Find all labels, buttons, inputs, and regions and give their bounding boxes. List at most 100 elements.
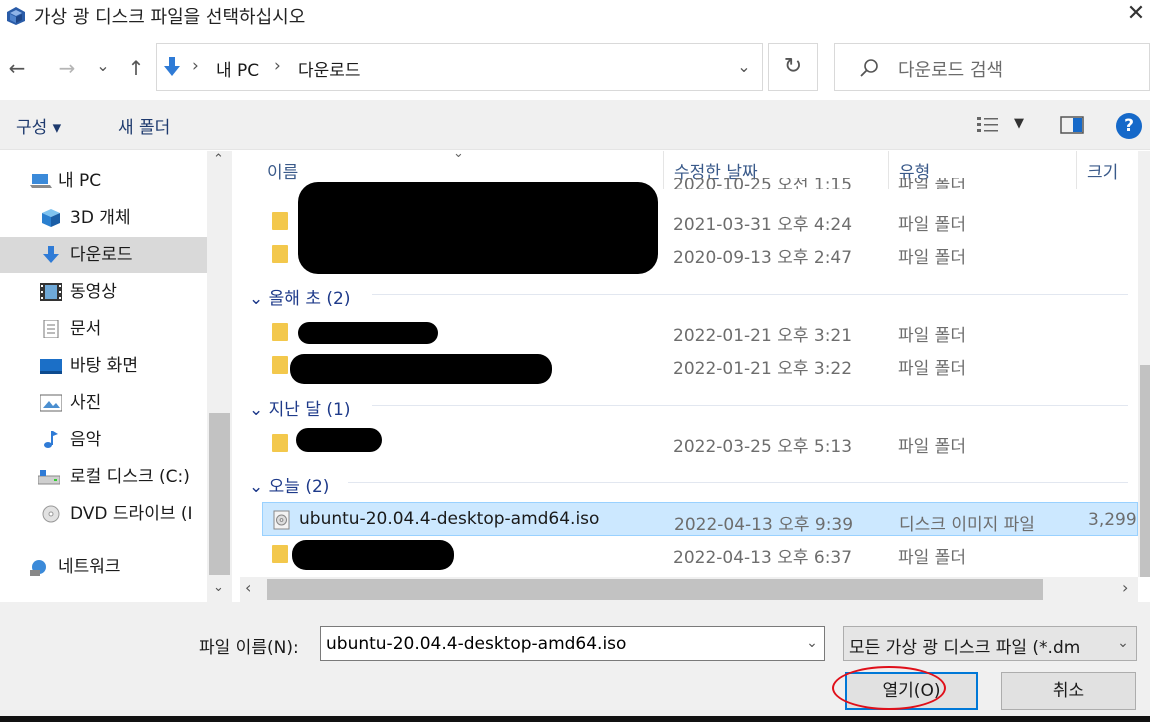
sidebar-item-label: 음악 xyxy=(70,430,102,450)
download-icon xyxy=(164,57,180,76)
download-icon xyxy=(43,246,59,263)
type-cell: 파일 폴더 xyxy=(898,548,966,568)
filename-label: 파일 이름(N): xyxy=(199,638,299,658)
scroll-right-icon[interactable]: › xyxy=(1122,578,1128,597)
date-cell: 2022-01-21 오후 3:22 xyxy=(673,359,853,379)
filename-dropdown-icon[interactable]: ⌄ xyxy=(800,627,824,660)
type-cell: 파일 폴더 xyxy=(898,248,966,268)
address-dropdown-button[interactable]: ⌄ xyxy=(725,43,763,91)
date-cell: 2022-01-21 오후 3:21 xyxy=(673,326,853,346)
group-header-last-month[interactable]: ⌄ 지난 달 (1) xyxy=(249,395,350,420)
date-cell: 2022-04-13 오후 6:37 xyxy=(673,548,853,568)
group-divider xyxy=(372,294,1128,295)
pc-icon xyxy=(30,174,52,188)
sidebar-item-label: 로컬 디스크 (C:) xyxy=(70,467,190,487)
back-button[interactable]: ← xyxy=(4,54,30,82)
sidebar-item-label: 내 PC xyxy=(58,171,102,191)
redaction-mark xyxy=(292,540,454,570)
view-dropdown-icon[interactable]: ▼ xyxy=(1014,116,1024,131)
new-folder-button[interactable]: 새 폴더 xyxy=(118,113,170,138)
chevron-down-icon: ⌄ xyxy=(249,477,264,497)
sidebar-item-this-pc[interactable]: 내 PC xyxy=(0,163,207,199)
disc-image-icon xyxy=(273,510,290,530)
table-row-selected[interactable]: ubuntu-20.04.4-desktop-amd64.iso 2022-04… xyxy=(262,502,1150,536)
folder-icon xyxy=(272,323,288,341)
folder-icon xyxy=(272,212,288,230)
date-cell: 2020-09-13 오후 2:47 xyxy=(673,248,853,268)
picture-icon xyxy=(40,394,62,412)
folder-icon xyxy=(272,245,288,263)
sidebar-item-network[interactable]: 네트워크 xyxy=(0,549,207,585)
up-button[interactable]: ↑ xyxy=(124,54,148,82)
group-label: 지난 달 (1) xyxy=(268,400,351,420)
group-header-today[interactable]: ⌄ 오늘 (2) xyxy=(249,472,329,497)
cancel-button[interactable]: 취소 xyxy=(1001,672,1136,710)
preview-pane-icon[interactable] xyxy=(1060,115,1084,135)
refresh-button[interactable]: ↻ xyxy=(768,43,818,91)
help-button[interactable]: ? xyxy=(1116,113,1142,139)
chevron-down-icon: ⌄ xyxy=(249,400,264,420)
sidebar-item-documents[interactable]: 문서 xyxy=(0,311,207,347)
group-divider xyxy=(348,482,1128,483)
folder-icon xyxy=(272,545,288,563)
date-cell: 2022-03-25 오후 5:13 xyxy=(673,437,853,457)
type-cell: 파일 폴더 xyxy=(898,359,966,379)
type-cell: 파일 폴더 xyxy=(898,326,966,346)
navigation-pane: 내 PC 3D 개체 다운로드 동영상 문서 바탕 화면 사진 음악 로컬 디스… xyxy=(0,151,232,602)
type-cell: 디스크 이미지 파일 xyxy=(899,515,1035,535)
date-cell: 2022-04-13 오후 9:39 xyxy=(674,515,854,535)
sort-indicator-icon: ⌄ xyxy=(453,146,464,161)
breadcrumb-separator: › xyxy=(192,56,199,76)
sidebar-item-music[interactable]: 음악 xyxy=(0,422,207,458)
sidebar-item-dvd-drive[interactable]: DVD 드라이브 (I xyxy=(0,496,207,532)
folder-icon xyxy=(272,356,288,374)
folder-icon xyxy=(272,434,288,452)
group-divider xyxy=(372,405,1128,406)
forward-button[interactable]: → xyxy=(54,54,80,82)
group-label: 올해 초 (2) xyxy=(268,289,351,309)
sidebar-item-downloads[interactable]: 다운로드 xyxy=(0,237,207,273)
sidebar-scrollbar-thumb[interactable] xyxy=(209,413,230,575)
network-icon xyxy=(30,560,46,576)
virtualbox-icon xyxy=(7,7,25,25)
sidebar-scroll-up-icon[interactable]: ⌃ xyxy=(213,152,224,167)
document-icon xyxy=(43,320,59,338)
sidebar-item-label: 문서 xyxy=(70,319,102,339)
vertical-scrollbar-thumb[interactable] xyxy=(1140,365,1150,577)
cube-icon xyxy=(42,209,60,227)
desktop-icon xyxy=(40,359,62,374)
sidebar-item-3d-objects[interactable]: 3D 개체 xyxy=(0,200,207,236)
sidebar-item-label: 3D 개체 xyxy=(70,208,131,228)
table-row[interactable]: 2022-03-25 오후 5:13 파일 폴더 xyxy=(262,425,1138,459)
redaction-mark xyxy=(298,322,438,344)
view-options-icon[interactable] xyxy=(976,115,1000,135)
breadcrumb-item-pc[interactable]: 내 PC xyxy=(216,56,259,81)
annotation-circle xyxy=(832,666,946,710)
sidebar-item-local-disk[interactable]: 로컬 디스크 (C:) xyxy=(0,459,207,495)
filename-input[interactable] xyxy=(320,626,825,661)
type-cell: 파일 폴더 xyxy=(898,215,966,235)
scroll-left-icon[interactable]: ‹ xyxy=(245,578,251,597)
type-cell: 파일 폴더 xyxy=(898,437,966,457)
group-header-early-this-year[interactable]: ⌄ 올해 초 (2) xyxy=(249,284,350,309)
window-title: 가상 광 디스크 파일을 선택하십시오 xyxy=(34,7,306,28)
horizontal-scrollbar-thumb[interactable] xyxy=(267,579,1043,600)
breadcrumb-item-downloads[interactable]: 다운로드 xyxy=(298,56,361,81)
sidebar-item-label: 다운로드 xyxy=(70,245,133,265)
file-type-filter[interactable]: 모든 가상 광 디스크 파일 (*.dm xyxy=(843,626,1137,661)
name-cell: ubuntu-20.04.4-desktop-amd64.iso xyxy=(299,509,600,529)
search-icon xyxy=(860,59,878,77)
sidebar-item-videos[interactable]: 동영상 xyxy=(0,274,207,310)
redaction-mark xyxy=(298,182,658,274)
close-button[interactable]: ✕ xyxy=(1122,2,1150,28)
recent-locations-button[interactable]: ⌄ xyxy=(92,52,114,80)
sidebar-item-label: 네트워크 xyxy=(58,557,121,577)
film-icon xyxy=(40,283,62,301)
filter-dropdown-icon[interactable]: ⌄ xyxy=(1111,627,1135,660)
music-icon xyxy=(44,431,58,448)
sidebar-scroll-down-icon[interactable]: ⌄ xyxy=(213,580,224,595)
organize-button[interactable]: 구성 ▾ xyxy=(16,113,61,138)
sidebar-item-label: 사진 xyxy=(70,393,102,413)
sidebar-item-desktop[interactable]: 바탕 화면 xyxy=(0,348,207,384)
sidebar-item-pictures[interactable]: 사진 xyxy=(0,385,207,421)
